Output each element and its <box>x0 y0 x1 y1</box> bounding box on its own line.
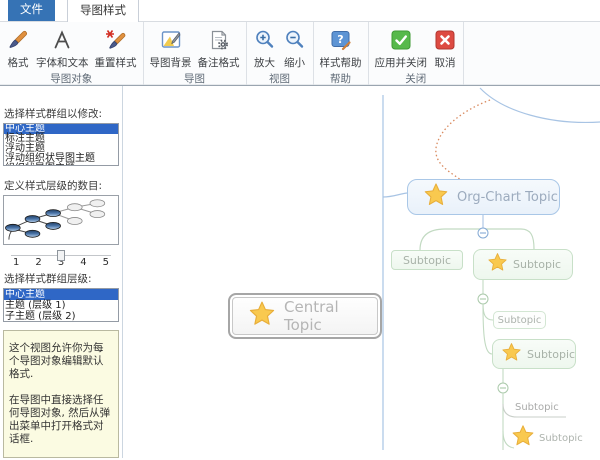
map-background-button[interactable]: 导图背景 <box>148 22 194 70</box>
zoom-in-button[interactable]: 放大 <box>251 22 279 70</box>
star-icon <box>487 252 508 277</box>
ribbon-group-help: ? 样式帮助 帮助 <box>314 22 369 85</box>
subtopic-label: Subtopic <box>515 402 559 413</box>
reset-style-button[interactable]: 重置样式 <box>93 22 139 70</box>
list-item-orgchart-topic[interactable]: 组织状导图主题 <box>4 164 118 165</box>
reset-style-button-label: 重置样式 <box>94 57 137 69</box>
format-button-label: 格式 <box>7 57 29 69</box>
cancel-icon <box>433 28 457 52</box>
notes-format-button[interactable]: 备注格式 <box>196 22 242 70</box>
apply-and-close-button[interactable]: 应用并关闭 <box>373 22 430 70</box>
ribbon-group-map-objects: 格式 字体和文本 重置样式 导图对象 <box>0 22 144 85</box>
subtopic[interactable]: Subtopic <box>515 402 559 413</box>
star-icon <box>423 182 449 212</box>
ribbon-group-view: 放大 缩小 视图 <box>247 22 314 85</box>
levels-slider[interactable] <box>11 249 111 261</box>
level-item-central-topic[interactable]: 中心主题 <box>4 289 118 300</box>
subtopic[interactable]: Subtopic <box>473 249 573 280</box>
select-group-label: 选择样式群组以修改: <box>4 108 103 120</box>
subtopic[interactable]: Subtopic <box>493 311 546 329</box>
format-button[interactable]: 格式 <box>4 22 32 70</box>
tick-2: 2 <box>35 257 42 268</box>
central-topic-label: Central Topic <box>284 298 339 334</box>
svg-text:?: ? <box>337 33 343 46</box>
tab-file[interactable]: 文件 <box>8 0 55 21</box>
style-task-pane: 选择样式群组以修改: 中心主题 标注主题 浮动主题 浮动组织状导图主题 组织状导… <box>0 86 123 458</box>
brush-icon <box>6 28 30 52</box>
tick-4: 4 <box>80 257 87 268</box>
apply-and-close-button-label: 应用并关闭 <box>374 57 428 69</box>
subtopic[interactable]: Subtopic <box>391 250 463 270</box>
notes-format-button-label: 备注格式 <box>197 57 240 69</box>
info-note: 这个视图允许你为每个导图对象编辑默认格式. 在导图中直接选择任何导图对象, 然后… <box>3 330 119 458</box>
zoom-out-button[interactable]: 缩小 <box>281 22 309 70</box>
cancel-button-label: 取消 <box>434 57 456 69</box>
font-icon <box>50 28 74 52</box>
star-icon <box>248 300 276 332</box>
level-item-subtopic-2[interactable]: 子主题 (层级 2) <box>4 311 118 321</box>
style-levels-preview <box>3 194 119 245</box>
ribbon-group-map: 导图背景 备注格式 导图 <box>144 22 247 85</box>
zoom-in-button-label: 放大 <box>254 57 275 69</box>
map-background-icon <box>159 28 183 52</box>
tab-map-style[interactable]: 导图样式 <box>67 0 139 22</box>
info-note-line2: 在导图中直接选择任何导图对象, 然后从弹出菜单中打开格式对话框. <box>9 394 111 445</box>
apply-close-icon <box>389 28 413 52</box>
select-level-label: 选择样式群组层级: <box>4 273 92 285</box>
style-help-button-label: 样式帮助 <box>319 57 362 69</box>
ribbon-tab-bar: 文件 导图样式 <box>0 0 600 22</box>
font-text-button[interactable]: 字体和文本 <box>34 22 91 70</box>
notes-format-icon <box>207 28 231 52</box>
style-help-button[interactable]: ? 样式帮助 <box>318 22 364 70</box>
ribbon-empty-space <box>464 22 600 85</box>
subtopic-label: Subtopic <box>539 432 583 444</box>
tick-1: 1 <box>13 257 20 268</box>
cancel-button[interactable]: 取消 <box>431 22 459 70</box>
level-item-topic-1[interactable]: 主题 (层级 1) <box>4 300 118 311</box>
star-icon <box>511 424 535 452</box>
subtopic-label: Subtopic <box>513 258 562 271</box>
subtopic-label: Subtopic <box>497 314 542 326</box>
subtopic[interactable]: Subtopic <box>492 339 576 369</box>
subtopic-label: Subtopic <box>527 347 576 361</box>
subtopic[interactable]: Subtopic <box>511 424 583 452</box>
style-level-listbox[interactable]: 中心主题 主题 (层级 1) 子主题 (层级 2) 子主题 (层级 3+) <box>3 288 119 322</box>
zoom-out-icon <box>283 28 307 52</box>
map-canvas[interactable]: Central Topic Org-Chart Topic Subtopic S… <box>123 86 600 458</box>
subtopic-label: Subtopic <box>402 253 452 267</box>
ribbon-group-close: 应用并关闭 取消 关闭 <box>369 22 464 85</box>
reset-style-icon <box>104 28 128 52</box>
style-help-icon: ? <box>329 28 353 52</box>
zoom-in-icon <box>253 28 277 52</box>
levels-slider-thumb[interactable] <box>57 249 65 261</box>
info-note-line1: 这个视图允许你为每个导图对象编辑默认格式. <box>9 342 104 380</box>
tick-5: 5 <box>102 257 109 268</box>
org-chart-topic-label: Org-Chart Topic <box>457 189 558 205</box>
org-chart-topic[interactable]: Org-Chart Topic <box>407 179 560 215</box>
star-icon <box>501 342 522 367</box>
central-topic[interactable]: Central Topic <box>228 293 382 339</box>
levels-count-label: 定义样式层级的数目: <box>4 179 103 192</box>
zoom-out-button-label: 缩小 <box>284 57 305 69</box>
ribbon: 格式 字体和文本 重置样式 导图对象 导图背景 备注格式 导图 放大 缩小 视图… <box>0 22 600 86</box>
font-text-button-label: 字体和文本 <box>36 57 89 69</box>
style-group-listbox[interactable]: 中心主题 标注主题 浮动主题 浮动组织状导图主题 组织状导图主题 边界 关联 <box>3 123 119 166</box>
map-background-button-label: 导图背景 <box>149 57 192 69</box>
